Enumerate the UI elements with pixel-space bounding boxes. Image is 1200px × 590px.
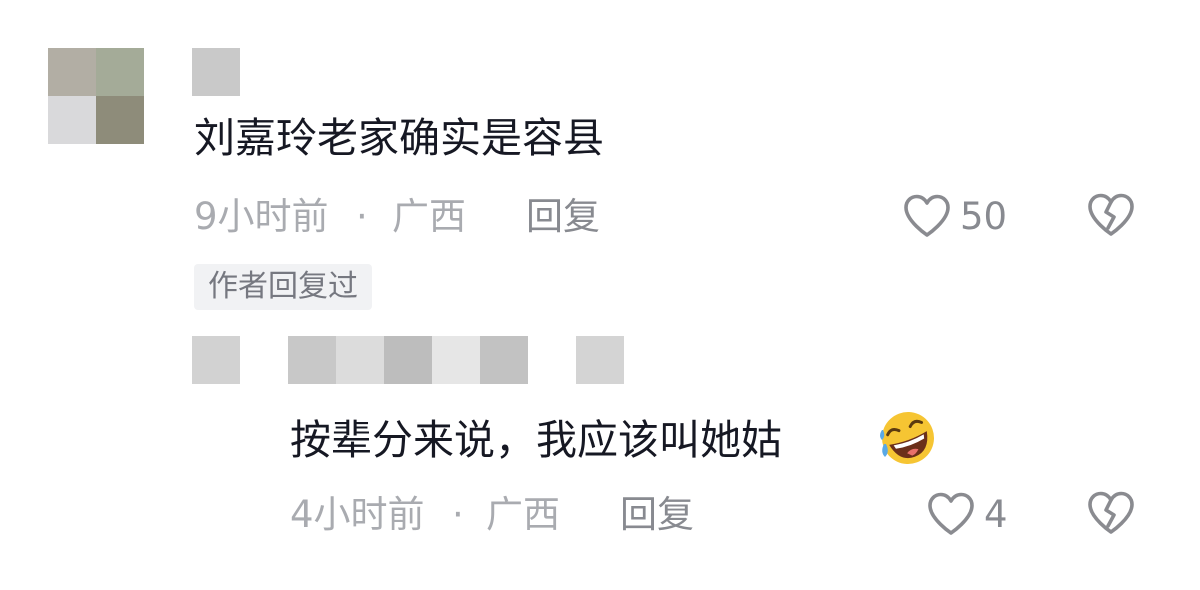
username-pixel [288, 336, 336, 384]
avatar-pixel [192, 336, 240, 384]
reply-location: 广西 [486, 493, 560, 536]
broken-heart-outline-icon [1086, 192, 1136, 238]
avatar-pixel [96, 96, 144, 144]
comment-location: 广西 [392, 195, 466, 238]
username-pixel [336, 336, 384, 384]
like-count: 4 [984, 492, 1008, 536]
reply-time: 4小时前 [290, 493, 425, 536]
like-button[interactable]: 50 [902, 192, 1007, 240]
username-pixel [576, 336, 624, 384]
comment-text: 刘嘉玲老家确实是容县 [194, 114, 604, 162]
heart-outline-icon [902, 193, 952, 239]
username-pixel [384, 336, 432, 384]
meta-separator: · [452, 493, 464, 536]
reply-text: 按辈分来说，我应该叫她姑 [290, 416, 782, 464]
username-pixel [480, 336, 528, 384]
reply-button[interactable]: 回复 [620, 496, 694, 533]
username-pixel [432, 336, 480, 384]
comment-time: 9小时前 [194, 195, 329, 238]
commenter-username[interactable] [192, 48, 240, 96]
dislike-button[interactable] [1086, 192, 1136, 238]
avatar-pixel [96, 48, 144, 96]
meta-separator: · [356, 195, 368, 238]
reply-username[interactable] [288, 336, 624, 384]
like-button[interactable]: 4 [926, 490, 1008, 538]
like-count: 50 [960, 194, 1008, 238]
avatar-pixel [48, 48, 96, 96]
heart-outline-icon [926, 491, 976, 537]
rolling-laughing-emoji-icon [876, 410, 940, 470]
avatar-pixel [48, 96, 96, 144]
dislike-button[interactable] [1086, 490, 1136, 536]
broken-heart-outline-icon [1086, 490, 1136, 536]
author-replied-badge: 作者回复过 [194, 264, 372, 310]
reply-button[interactable]: 回复 [526, 198, 600, 235]
username-pixel [192, 48, 240, 96]
reply-avatar[interactable] [192, 336, 240, 384]
commenter-avatar[interactable] [48, 48, 144, 144]
